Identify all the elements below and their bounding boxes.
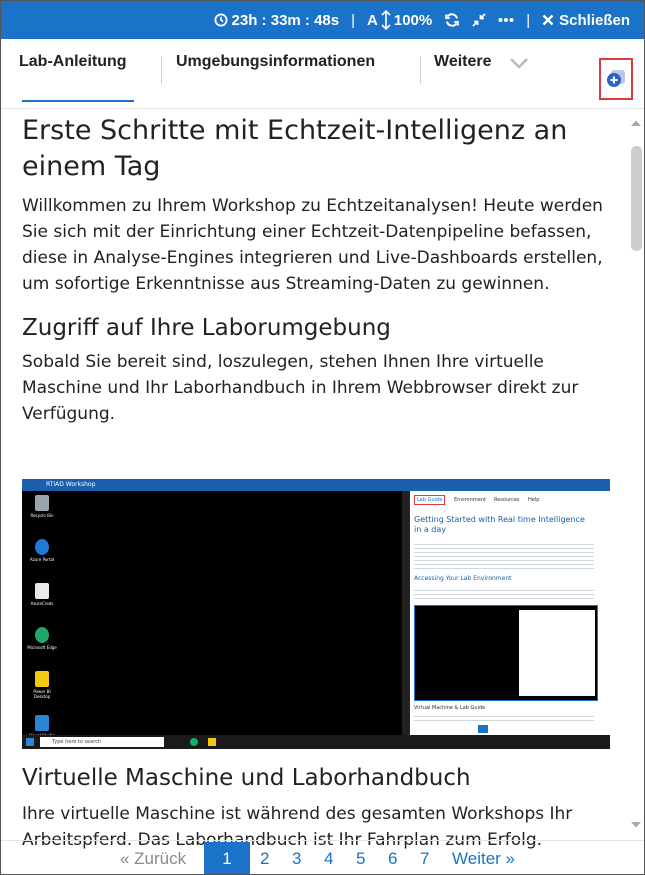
tab-divider <box>161 56 162 84</box>
guide-text-lines <box>414 713 594 723</box>
guide-tab: Help <box>528 497 540 503</box>
page-link[interactable]: 2 <box>260 849 269 869</box>
guide-tab: Resources <box>494 497 520 503</box>
desktop-icon: AzureCreds <box>26 583 58 621</box>
guide-text-lines <box>414 587 594 601</box>
tab-divider <box>420 56 421 84</box>
chevron-down-icon[interactable] <box>509 57 529 69</box>
refresh-button[interactable] <box>444 12 460 28</box>
active-tab-indicator <box>22 100 134 102</box>
tab-bar: Lab-Anleitung Umgebungsinformationen Wei… <box>1 39 644 109</box>
guide-text-lines <box>414 541 594 569</box>
page-link[interactable]: 7 <box>420 849 429 869</box>
vm-title-bar: RTIAD Workshop <box>22 479 610 491</box>
lab-panel: 23h : 33m : 48s | A 100% | Schließen Lab… <box>0 0 645 875</box>
desktop-icon: Azure Portal <box>26 539 58 577</box>
collapse-button[interactable] <box>472 13 486 27</box>
previous-page-link[interactable]: « Zurück <box>120 849 186 869</box>
close-icon <box>542 14 554 26</box>
more-options-button[interactable] <box>498 17 514 23</box>
tab-lab-guide[interactable]: Lab-Anleitung <box>19 53 127 71</box>
page-link[interactable]: 5 <box>356 849 365 869</box>
taskbar-search: Type here to search <box>40 737 164 747</box>
tab-more[interactable]: Weitere <box>434 53 492 71</box>
embedded-lab-guide: Lab Guide Environment Resources Help Get… <box>410 491 610 735</box>
windows-start-icon <box>26 738 34 746</box>
guide-pager-active <box>478 725 488 733</box>
top-bar: 23h : 33m : 48s | A 100% | Schließen <box>1 1 644 39</box>
tab-environment[interactable]: Umgebungsinformationen <box>176 53 375 71</box>
close-label: Schließen <box>559 11 630 29</box>
clock-icon <box>214 13 228 27</box>
folder-icon <box>208 738 216 746</box>
next-page-link[interactable]: Weiter » <box>452 849 515 869</box>
scroll-up-arrow[interactable] <box>630 119 642 127</box>
guide-section: Virtual Machine & Lab Guide <box>414 705 486 711</box>
desktop-icon: Microsoft Edge <box>26 627 58 665</box>
guide-thumbnail <box>414 605 598 701</box>
intro-paragraph: Willkommen zu Ihrem Workshop zu Echtzeit… <box>22 196 603 294</box>
timer: 23h : 33m : 48s <box>214 11 340 29</box>
section-heading: Zugriff auf Ihre Laborumgebung <box>22 315 391 341</box>
guide-tab: Environment <box>454 497 486 503</box>
zoom-level: 100% <box>393 11 433 29</box>
zoom-control[interactable]: A 100% <box>367 9 432 31</box>
page-title: Erste Schritte mit Echtzeit-Intelligenz … <box>22 115 568 182</box>
guide-tab: Lab Guide <box>414 495 446 505</box>
desktop-icon: Recycle Bin <box>26 495 58 533</box>
separator: | <box>351 11 356 29</box>
page-link[interactable]: 4 <box>324 849 333 869</box>
desktop-icon: Power BI Desktop <box>26 671 58 709</box>
lab-content: Erste Schritte mit Echtzeit-Intelligenz … <box>22 113 610 427</box>
guide-section: Accessing Your Lab Environment <box>414 575 512 582</box>
section-heading: Virtuelle Maschine und Laborhandbuch <box>22 765 471 791</box>
ellipsis-icon <box>498 18 514 22</box>
edge-icon <box>190 738 198 746</box>
section-paragraph: Sobald Sie bereit sind, loszulegen, steh… <box>22 352 579 424</box>
collapse-icon <box>472 13 486 27</box>
scroll-thumb[interactable] <box>631 146 642 251</box>
separator: | <box>526 11 531 29</box>
add-window-button[interactable] <box>599 58 633 100</box>
refresh-icon <box>445 13 460 27</box>
page-link[interactable]: 3 <box>292 849 301 869</box>
lab-environment-screenshot[interactable]: RTIAD Workshop Recycle Bin Azure Portal … <box>22 479 610 749</box>
page-link[interactable]: 6 <box>388 849 397 869</box>
splitter <box>402 491 410 735</box>
guide-title: Getting Started with Real time Intellige… <box>414 515 585 534</box>
font-size-letter: A <box>367 11 378 29</box>
timer-text: 23h : 33m : 48s <box>231 11 340 29</box>
scroll-down-arrow[interactable] <box>630 821 642 829</box>
page-link-active[interactable]: 1 <box>204 842 250 874</box>
resize-vertical-icon <box>381 9 391 31</box>
close-button[interactable]: Schließen <box>542 12 630 29</box>
desktop-icons: Recycle Bin Azure Portal AzureCreds Micr… <box>26 495 58 749</box>
pagination: « Zurück 1 2 3 4 5 6 7 Weiter » <box>1 840 644 874</box>
add-window-icon <box>607 70 625 87</box>
taskbar: Type here to search <box>22 735 610 749</box>
